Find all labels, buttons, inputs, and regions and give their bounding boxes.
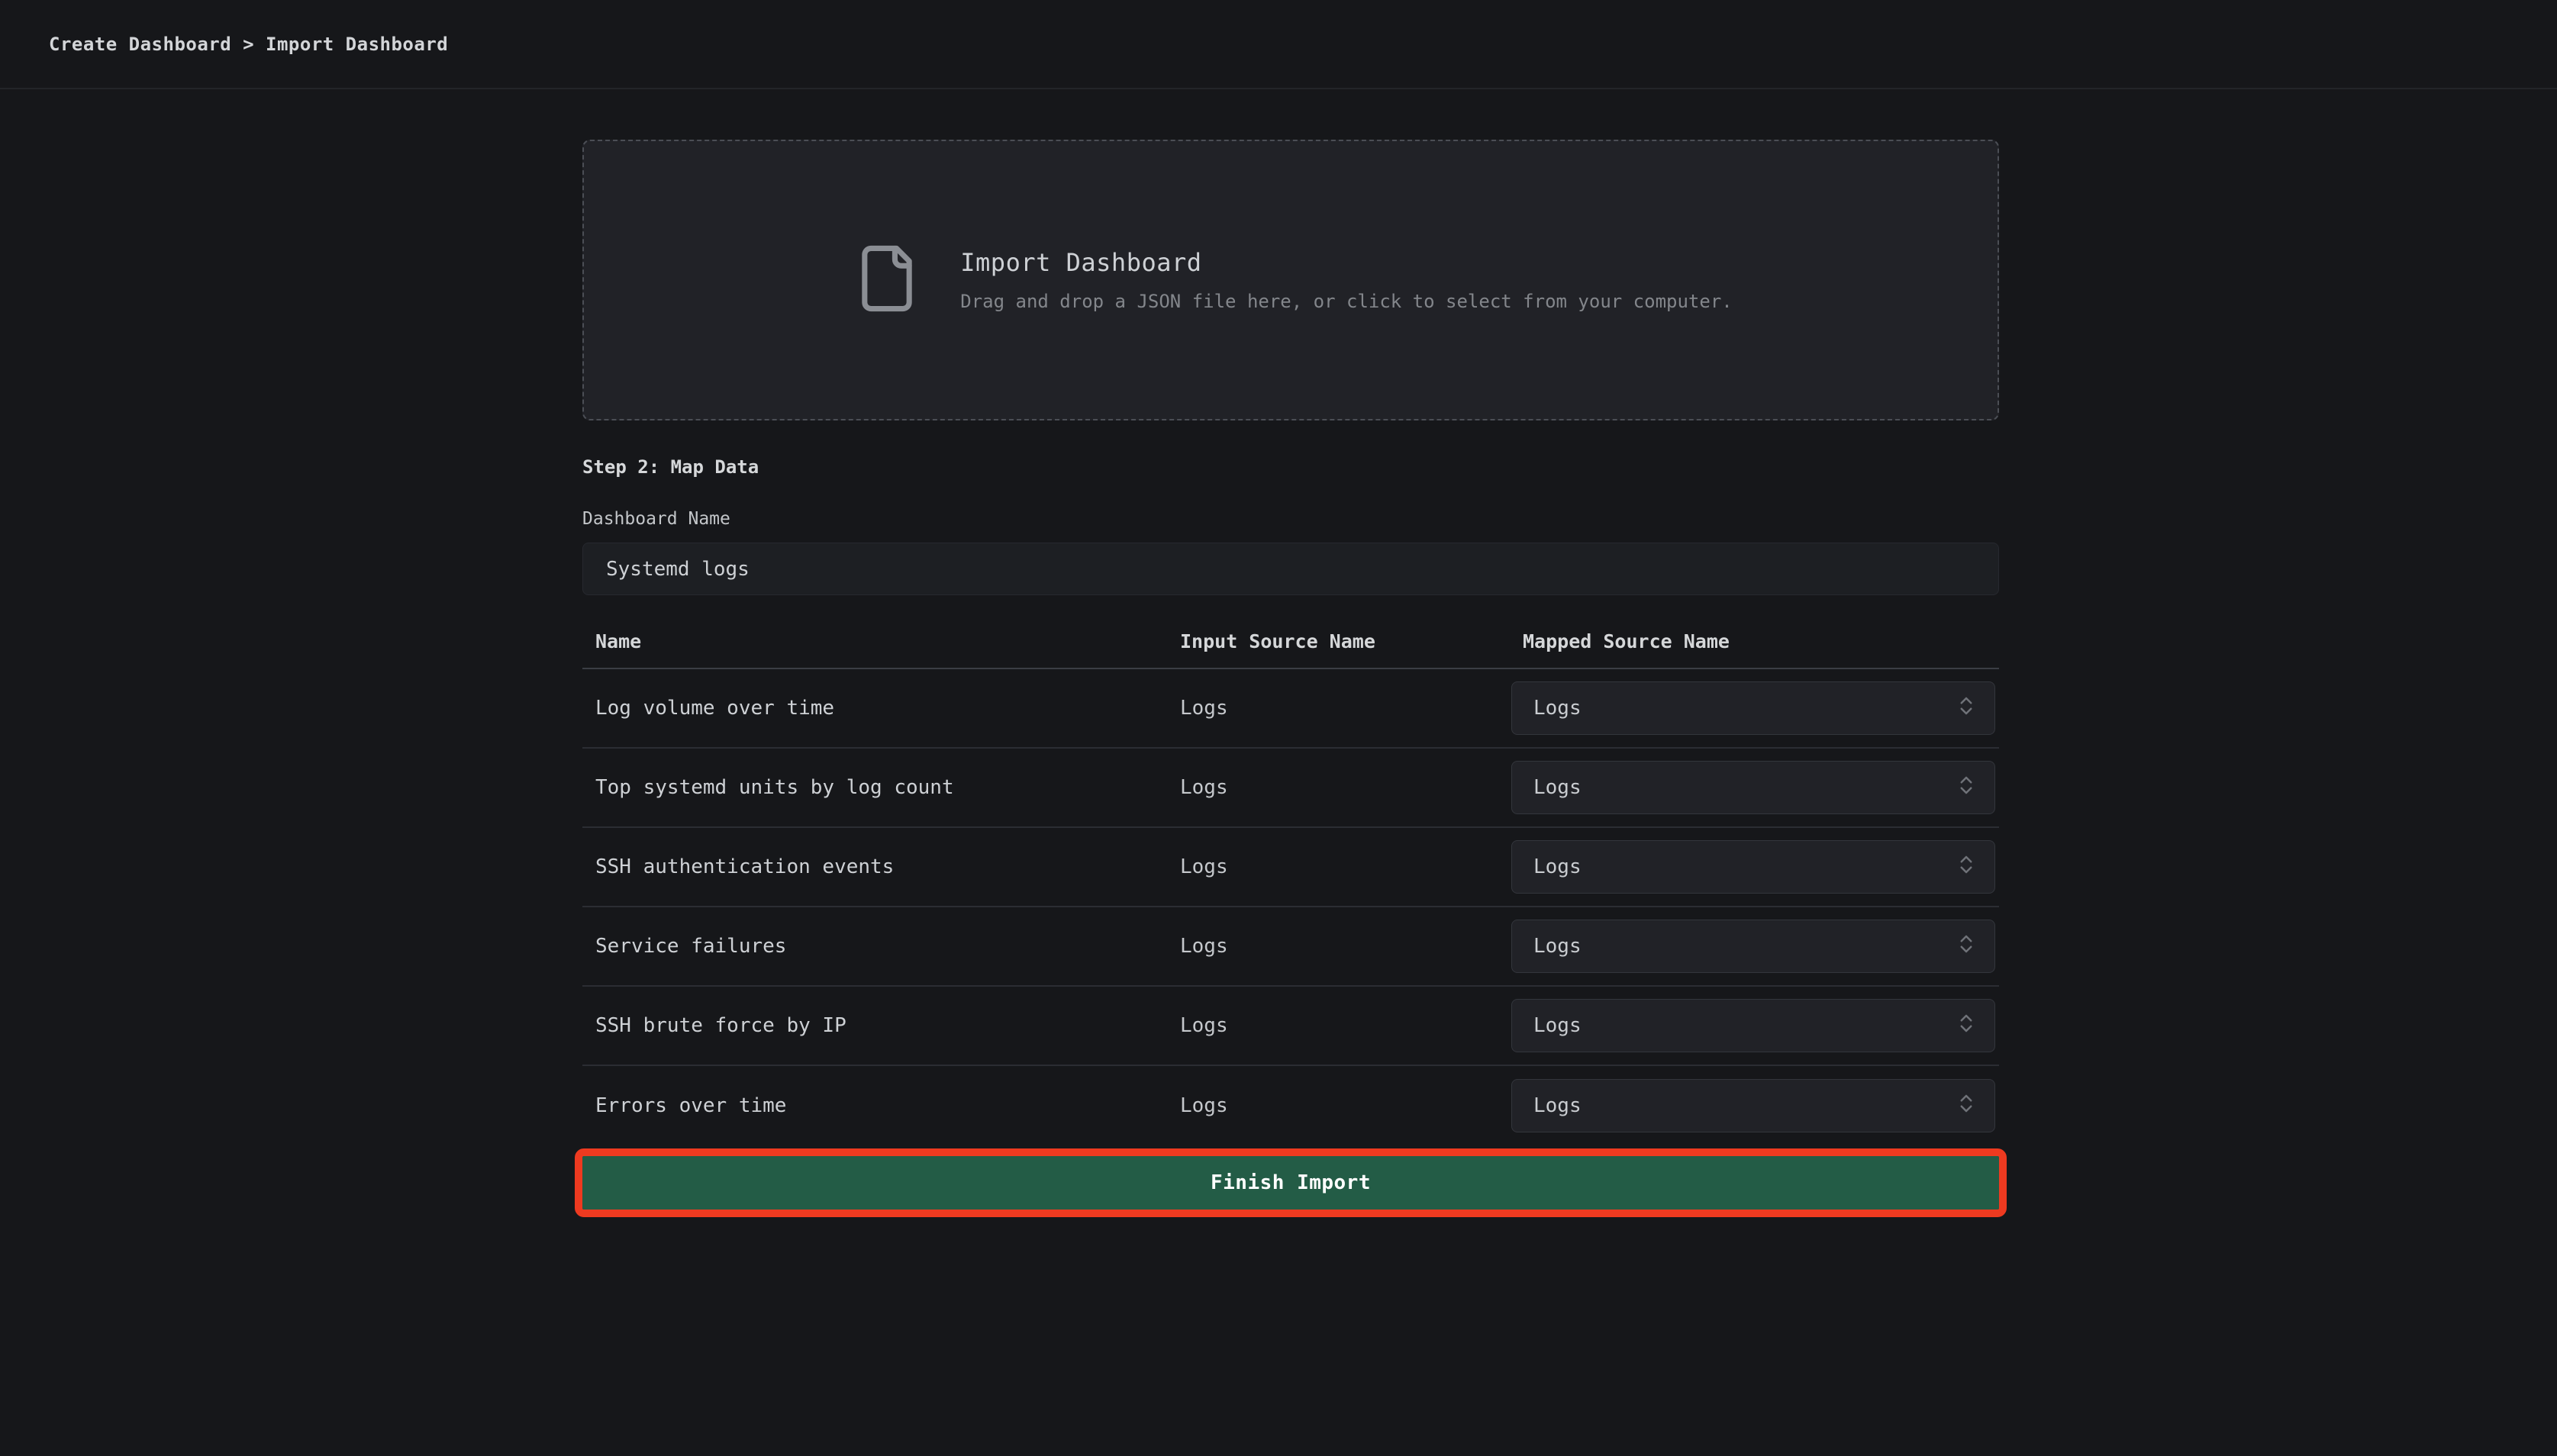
- table-row: Service failures Logs Logs: [582, 907, 1999, 987]
- selected-option-label: Logs: [1533, 935, 1582, 958]
- table-row: Errors over time Logs Logs: [582, 1066, 1999, 1145]
- mapped-source-select[interactable]: Logs: [1511, 681, 1995, 735]
- source-mapping-table: Name Input Source Name Mapped Source Nam…: [582, 620, 1999, 1145]
- row-name: Service failures: [582, 935, 1167, 958]
- chevrons-up-down-icon: [1955, 1010, 1978, 1042]
- selected-option-label: Logs: [1533, 1094, 1582, 1117]
- dashboard-name-input[interactable]: [582, 543, 1999, 595]
- row-input-source: Logs: [1167, 855, 1510, 878]
- row-name: SSH brute force by IP: [582, 1014, 1167, 1037]
- selected-option-label: Logs: [1533, 697, 1582, 720]
- selected-option-label: Logs: [1533, 855, 1582, 878]
- dropzone-subtitle: Drag and drop a JSON file here, or click…: [960, 291, 1732, 312]
- chevrons-up-down-icon: [1955, 931, 1978, 962]
- mapped-source-select[interactable]: Logs: [1511, 920, 1995, 973]
- breadcrumb[interactable]: Create Dashboard > Import Dashboard: [49, 34, 448, 55]
- table-row: SSH authentication events Logs Logs: [582, 828, 1999, 907]
- dropzone-text: Import Dashboard Drag and drop a JSON fi…: [960, 248, 1732, 312]
- column-header-input-source: Input Source Name: [1167, 630, 1510, 652]
- selected-option-label: Logs: [1533, 1014, 1582, 1037]
- dashboard-name-label: Dashboard Name: [582, 509, 1999, 529]
- column-header-name: Name: [582, 630, 1167, 652]
- table-row: Top systemd units by log count Logs Logs: [582, 749, 1999, 828]
- row-input-source: Logs: [1167, 697, 1510, 720]
- mapped-source-select[interactable]: Logs: [1511, 840, 1995, 894]
- dropzone-title: Import Dashboard: [960, 248, 1732, 277]
- mapped-source-select[interactable]: Logs: [1511, 1079, 1995, 1132]
- row-name: SSH authentication events: [582, 855, 1167, 878]
- column-header-mapped-source: Mapped Source Name: [1510, 630, 1999, 652]
- selected-option-label: Logs: [1533, 776, 1582, 799]
- finish-import-button[interactable]: Finish Import: [582, 1156, 1999, 1210]
- import-dashboard-panel: Import Dashboard Drag and drop a JSON fi…: [582, 140, 1999, 1210]
- chevrons-up-down-icon: [1955, 693, 1978, 724]
- row-input-source: Logs: [1167, 935, 1510, 958]
- chevrons-up-down-icon: [1955, 772, 1978, 804]
- top-navigation-bar: Create Dashboard > Import Dashboard: [0, 0, 2557, 89]
- row-input-source: Logs: [1167, 1014, 1510, 1037]
- json-file-dropzone[interactable]: Import Dashboard Drag and drop a JSON fi…: [582, 140, 1999, 420]
- chevrons-up-down-icon: [1955, 1090, 1978, 1122]
- row-name: Log volume over time: [582, 697, 1167, 720]
- row-input-source: Logs: [1167, 776, 1510, 799]
- table-row: SSH brute force by IP Logs Logs: [582, 987, 1999, 1066]
- chevrons-up-down-icon: [1955, 852, 1978, 883]
- step-heading: Step 2: Map Data: [582, 456, 1999, 478]
- table-header-row: Name Input Source Name Mapped Source Nam…: [582, 620, 1999, 669]
- mapped-source-select[interactable]: Logs: [1511, 761, 1995, 814]
- file-icon: [849, 240, 925, 320]
- mapped-source-select[interactable]: Logs: [1511, 999, 1995, 1052]
- table-row: Log volume over time Logs Logs: [582, 669, 1999, 749]
- row-name: Errors over time: [582, 1094, 1167, 1117]
- row-input-source: Logs: [1167, 1094, 1510, 1117]
- row-name: Top systemd units by log count: [582, 776, 1167, 799]
